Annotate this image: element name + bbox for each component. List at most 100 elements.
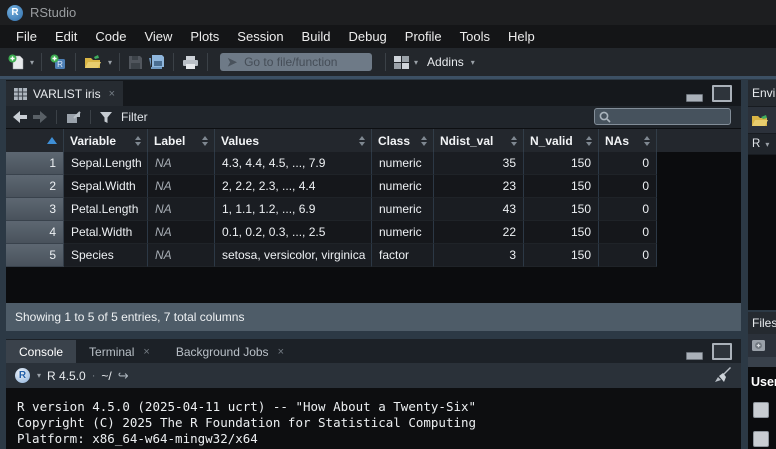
menu-file[interactable]: File bbox=[7, 29, 46, 44]
rstudio-logo-icon: R bbox=[7, 5, 23, 21]
close-tab-icon[interactable]: × bbox=[143, 346, 149, 358]
row-number: 2 bbox=[6, 175, 64, 198]
save-all-icon[interactable] bbox=[147, 53, 166, 71]
header-nas[interactable]: NAs bbox=[599, 129, 657, 152]
new-file-dropdown-icon[interactable]: ▾ bbox=[30, 58, 34, 67]
new-project-icon[interactable]: R bbox=[49, 53, 68, 72]
new-folder-icon[interactable] bbox=[751, 338, 767, 353]
console-tabbar: Console Terminal × Background Jobs × bbox=[6, 339, 741, 363]
open-file-icon[interactable] bbox=[83, 54, 104, 71]
cell-variable: Petal.Width bbox=[64, 221, 148, 244]
header-rownum[interactable] bbox=[6, 129, 64, 152]
table-row[interactable]: 3 Petal.Length NA 1, 1.1, 1.2, ..., 6.9 … bbox=[6, 198, 741, 221]
cell-values: 2, 2.2, 2.3, ..., 4.4 bbox=[215, 175, 372, 198]
file-checkbox[interactable] bbox=[753, 402, 769, 418]
menu-help[interactable]: Help bbox=[499, 29, 544, 44]
console-line: R version 4.5.0 (2025-04-11 ucrt) -- "Ho… bbox=[17, 399, 741, 415]
cell-values: 4.3, 4.4, 4.5, ..., 7.9 bbox=[215, 152, 372, 175]
filter-icon[interactable] bbox=[100, 112, 112, 123]
tab-varlist-iris[interactable]: VARLIST iris × bbox=[6, 81, 123, 106]
cell-variable: Petal.Length bbox=[64, 198, 148, 221]
maximize-pane-icon[interactable] bbox=[712, 85, 732, 102]
back-icon[interactable] bbox=[13, 111, 27, 123]
save-icon[interactable] bbox=[127, 54, 144, 71]
row-number: 4 bbox=[6, 221, 64, 244]
minimize-pane-icon[interactable] bbox=[686, 94, 703, 102]
cell-class: numeric bbox=[372, 198, 434, 221]
file-checkbox[interactable] bbox=[753, 431, 769, 447]
menu-view[interactable]: View bbox=[135, 29, 181, 44]
header-ndist-val[interactable]: Ndist_val bbox=[434, 129, 524, 152]
menu-tools[interactable]: Tools bbox=[451, 29, 499, 44]
cell-n-valid: 150 bbox=[524, 244, 599, 267]
table-row[interactable]: 1 Sepal.Length NA 4.3, 4.4, 4.5, ..., 7.… bbox=[6, 152, 741, 175]
table-search-box[interactable] bbox=[594, 108, 731, 125]
addins-button[interactable]: Addins bbox=[427, 55, 464, 69]
table-row[interactable]: 2 Sepal.Width NA 2, 2.2, 2.3, ..., 4.4 n… bbox=[6, 175, 741, 198]
header-values[interactable]: Values bbox=[215, 129, 372, 152]
cell-ndist-val: 23 bbox=[434, 175, 524, 198]
menu-profile[interactable]: Profile bbox=[396, 29, 451, 44]
load-workspace-icon[interactable] bbox=[751, 113, 770, 128]
tab-terminal[interactable]: Terminal × bbox=[76, 340, 163, 363]
table-search-input[interactable] bbox=[611, 110, 715, 124]
print-icon[interactable] bbox=[181, 54, 200, 71]
console-line: Copyright (C) 2025 The R Foundation for … bbox=[17, 415, 741, 431]
minimize-pane-icon[interactable] bbox=[686, 352, 703, 360]
header-n-valid[interactable]: N_valid bbox=[524, 129, 599, 152]
table-row[interactable]: 4 Petal.Width NA 0.1, 0.2, 0.3, ..., 2.5… bbox=[6, 221, 741, 244]
menu-debug[interactable]: Debug bbox=[339, 29, 395, 44]
rstudio-window: R RStudio File Edit Code View Plots Sess… bbox=[0, 0, 776, 449]
cell-values: 0.1, 0.2, 0.3, ..., 2.5 bbox=[215, 221, 372, 244]
maximize-pane-icon[interactable] bbox=[712, 343, 732, 360]
cell-nas: 0 bbox=[599, 198, 657, 221]
tab-console[interactable]: Console bbox=[6, 340, 76, 363]
menu-plots[interactable]: Plots bbox=[181, 29, 228, 44]
environment-r-dropdown[interactable]: R ▾ bbox=[748, 133, 776, 155]
cell-nas: 0 bbox=[599, 175, 657, 198]
open-in-new-window-icon[interactable] bbox=[66, 111, 81, 124]
tab-files[interactable]: Files bbox=[748, 312, 776, 334]
clear-console-icon[interactable] bbox=[713, 367, 731, 383]
menu-edit[interactable]: Edit bbox=[46, 29, 86, 44]
header-class[interactable]: Class bbox=[372, 129, 434, 152]
table-row[interactable]: 5 Species NA setosa, versicolor, virgini… bbox=[6, 244, 741, 267]
header-variable[interactable]: Variable bbox=[64, 129, 148, 152]
menu-build[interactable]: Build bbox=[293, 29, 340, 44]
tab-environment[interactable]: Environment bbox=[748, 80, 776, 106]
sort-icon bbox=[644, 136, 650, 146]
forward-icon[interactable] bbox=[33, 111, 47, 123]
cell-n-valid: 150 bbox=[524, 152, 599, 175]
cell-variable: Sepal.Width bbox=[64, 175, 148, 198]
viewer-tab-label: VARLIST iris bbox=[33, 87, 101, 101]
workspace: VARLIST iris × Filter bbox=[0, 79, 776, 449]
sort-icon bbox=[586, 136, 592, 146]
menubar: File Edit Code View Plots Session Build … bbox=[0, 25, 776, 48]
r-version-icon[interactable]: R bbox=[15, 368, 30, 383]
files-path-strip bbox=[748, 357, 776, 367]
goto-directory-icon[interactable]: ↪ bbox=[118, 368, 129, 384]
open-file-dropdown-icon[interactable]: ▾ bbox=[108, 58, 112, 67]
cell-ndist-val: 3 bbox=[434, 244, 524, 267]
r-version-label: R 4.5.0 bbox=[47, 369, 86, 383]
header-label[interactable]: Label bbox=[148, 129, 215, 152]
addins-dropdown-icon[interactable]: ▾ bbox=[471, 58, 475, 67]
status-text: Showing 1 to 5 of 5 entries, 7 total col… bbox=[15, 310, 244, 324]
close-tab-icon[interactable]: × bbox=[278, 346, 284, 358]
menu-session[interactable]: Session bbox=[228, 29, 292, 44]
workspace-panes-icon[interactable] bbox=[393, 55, 410, 70]
titlebar: R RStudio bbox=[0, 0, 776, 25]
menu-code[interactable]: Code bbox=[86, 29, 135, 44]
close-tab-icon[interactable]: × bbox=[109, 88, 115, 100]
filter-button[interactable]: Filter bbox=[121, 110, 148, 124]
new-file-icon[interactable] bbox=[7, 53, 26, 72]
r-version-dropdown-icon[interactable]: ▾ bbox=[37, 371, 41, 380]
cell-variable: Sepal.Length bbox=[64, 152, 148, 175]
cell-nas: 0 bbox=[599, 244, 657, 267]
console-panel: Console Terminal × Background Jobs × R ▾ bbox=[6, 339, 741, 449]
panes-dropdown-icon[interactable]: ▾ bbox=[414, 58, 418, 67]
sort-icon bbox=[421, 136, 427, 146]
tab-background-jobs[interactable]: Background Jobs × bbox=[163, 340, 297, 363]
environment-panel: Environment R ▾ bbox=[748, 80, 776, 310]
goto-file-function[interactable]: ➤ Go to file/function bbox=[220, 53, 372, 71]
